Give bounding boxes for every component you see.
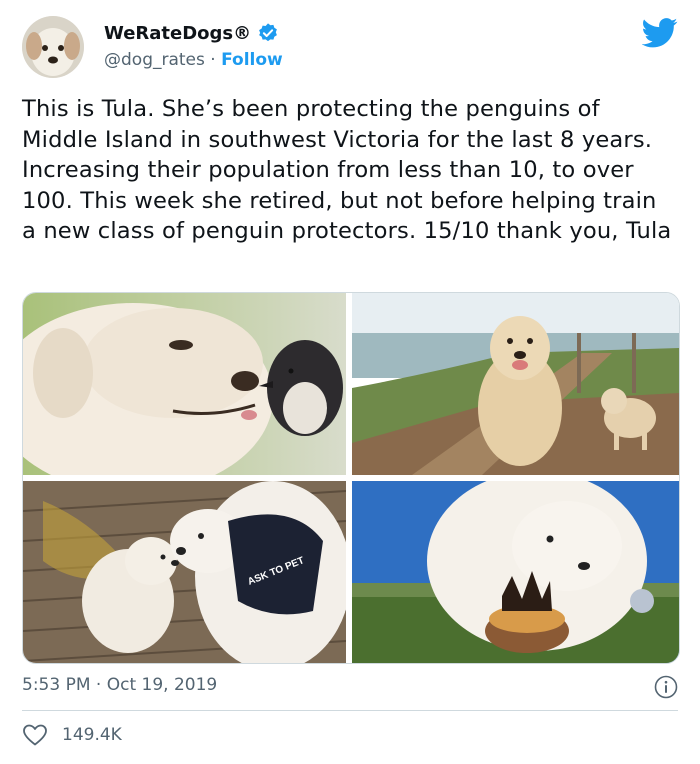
divider xyxy=(22,710,678,711)
like-count: 149.4K xyxy=(62,725,122,745)
heart-icon[interactable] xyxy=(22,723,48,747)
likes-row[interactable]: 149.4K xyxy=(22,723,122,747)
verified-badge-icon xyxy=(259,23,278,42)
tweet-text: This is Tula. She’s been protecting the … xyxy=(22,96,672,244)
avatar[interactable] xyxy=(22,16,84,78)
tweet-header: WeRateDogs® @dog_rates · Follow xyxy=(22,16,678,80)
tweet-time[interactable]: 5:53 PM xyxy=(22,675,91,695)
photo-dog-with-cake[interactable] xyxy=(352,481,679,663)
photo-puppy-and-harness-dog[interactable]: ASK TO PET xyxy=(23,481,346,663)
follow-button[interactable]: Follow xyxy=(221,50,283,70)
twitter-bird-icon[interactable] xyxy=(642,18,678,48)
display-name[interactable]: WeRateDogs® xyxy=(104,23,251,44)
handle[interactable]: @dog_rates xyxy=(104,50,205,70)
tweet-meta: 5:53 PM · Oct 19, 2019 xyxy=(22,675,678,699)
meta-separator: · xyxy=(95,675,102,695)
info-icon[interactable] xyxy=(654,675,678,699)
media-grid: ASK TO PET xyxy=(22,292,680,664)
photo-dog-on-boardwalk[interactable] xyxy=(352,293,679,475)
tweet-date[interactable]: Oct 19, 2019 xyxy=(107,675,218,695)
handle-separator: · xyxy=(210,50,216,70)
photo-dog-with-penguin[interactable] xyxy=(23,293,346,475)
